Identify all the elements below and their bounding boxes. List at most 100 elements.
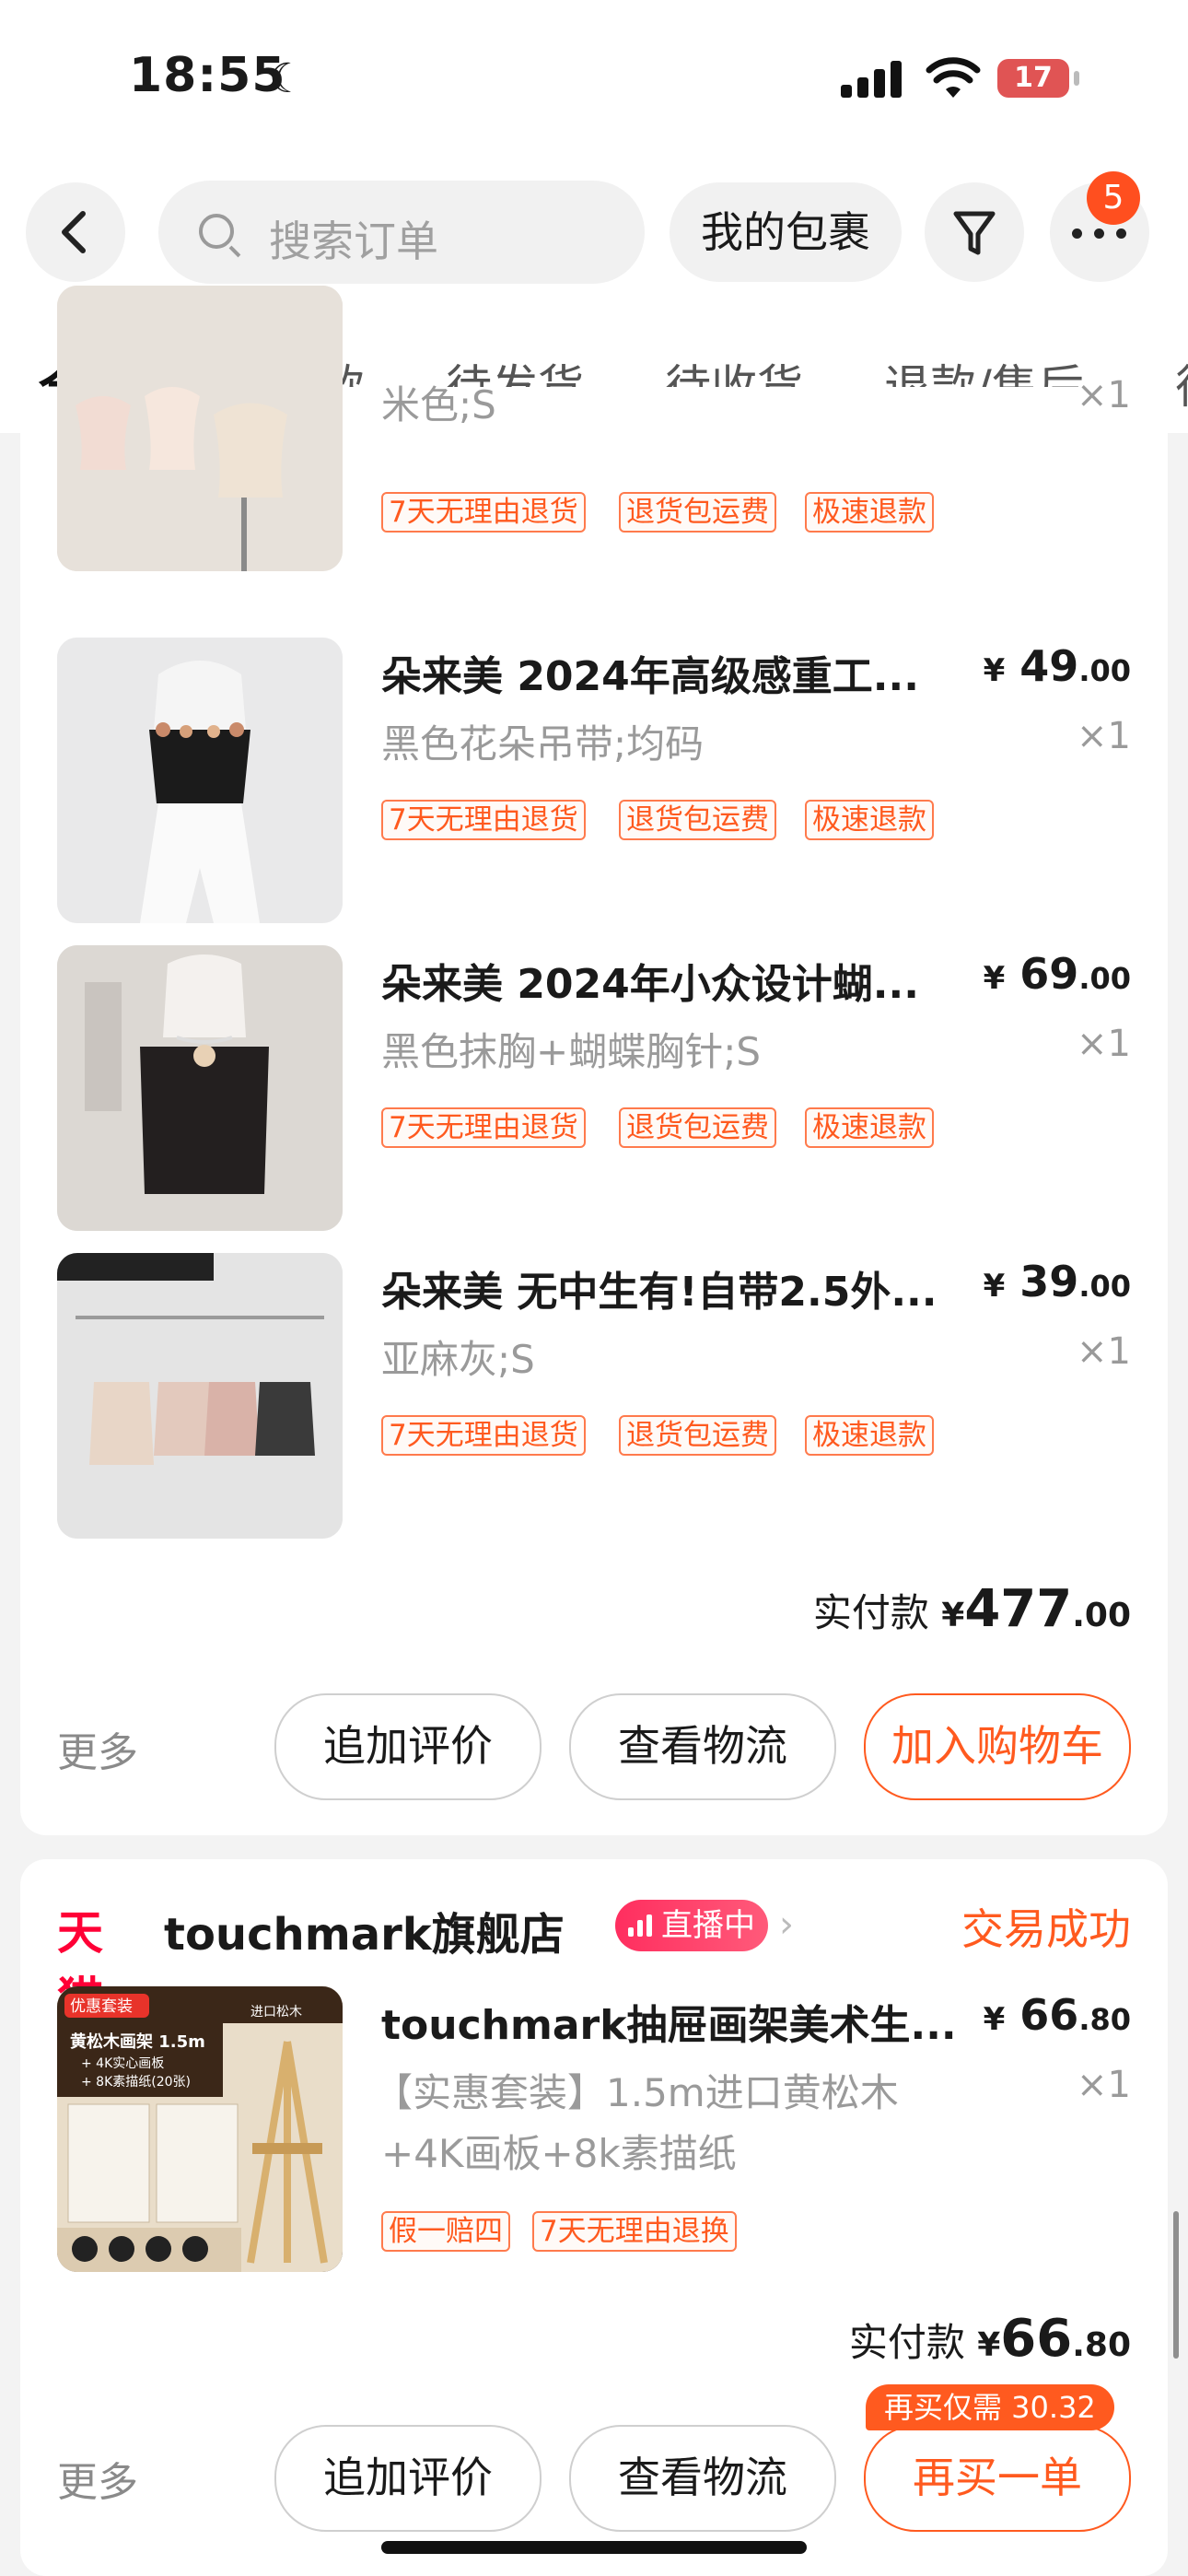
live-bars-icon (628, 1914, 656, 1937)
item-qty: ×1 (1077, 1023, 1131, 1065)
currency: ¥ (983, 1268, 1006, 1305)
price-integer: 66 (1019, 1990, 1079, 2040)
status-time: 18:55 (129, 48, 286, 103)
add-to-cart-button[interactable]: 加入购物车 (864, 1693, 1131, 1800)
home-indicator[interactable] (381, 2541, 807, 2554)
item-title[interactable]: touchmark抽屉画架美术生... (381, 1992, 989, 2051)
product-image[interactable]: 优惠套装 黄松木画架 1.5m + 4K实心画板 + 8K素描纸(20张) 进口… (57, 1986, 343, 2272)
order-card: 米色;S ×1 7天无理由退货 退货包运费 极速退款 朵来美 2024年高级感重… (20, 286, 1168, 1835)
filter-icon (953, 211, 996, 255)
more-dots-icon (1072, 228, 1082, 239)
currency: ¥ (983, 960, 1006, 997)
currency: ¥ (941, 1597, 965, 1634)
cellular-signal-icon (841, 61, 905, 98)
product-image[interactable] (57, 638, 343, 923)
item-sku: 亚麻灰;S (381, 1337, 535, 1382)
tag-fast-refund: 极速退款 (805, 800, 934, 840)
currency: ¥ (983, 2001, 1006, 2038)
product-photo (57, 1253, 343, 1539)
notification-badge: 5 (1087, 171, 1140, 225)
search-placeholder: 搜索订单 (269, 217, 438, 266)
order-card: 天猫 touchmark旗舰店 直播中 › 交易成功 优惠套装 黄松木画架 1.… (20, 1859, 1168, 2576)
item-price: ¥ 39.00 (984, 1257, 1131, 1306)
price-integer: 69 (1019, 949, 1079, 999)
live-label: 直播中 (661, 1907, 755, 1944)
total-integer: 66 (1000, 2309, 1073, 2369)
tag-free-return-shipping: 退货包运费 (619, 492, 776, 533)
price-integer: 39 (1019, 1257, 1079, 1306)
total-label: 实付款 (848, 2320, 965, 2365)
tag-fast-refund: 极速退款 (805, 1415, 934, 1456)
tag-fast-refund: 极速退款 (805, 1107, 934, 1148)
add-review-button[interactable]: 追加评价 (274, 1693, 542, 1800)
item-qty: ×1 (1077, 1330, 1131, 1373)
product-photo (57, 286, 343, 571)
tag-free-return-shipping: 退货包运费 (619, 1415, 776, 1456)
item-title[interactable]: 朵来美 无中生有!自带2.5外... (381, 1259, 989, 1317)
item-price: ¥ 66.80 (984, 1990, 1131, 2040)
item-sku: 黑色花朵吊带;均码 (381, 721, 705, 767)
item-sku-line2: +4K画板+8k素描纸 (381, 2131, 737, 2176)
item-title[interactable]: 朵来美 2024年高级感重工... (381, 643, 989, 702)
total-decimal: .00 (1072, 1597, 1131, 1634)
product-photo (57, 638, 343, 923)
view-logistics-button[interactable]: 查看物流 (569, 1693, 836, 1800)
tag-7day-return: 7天无理由退货 (381, 492, 586, 533)
currency: ¥ (977, 2326, 1001, 2364)
item-price: ¥ 69.00 (984, 949, 1131, 999)
chevron-left-icon (62, 211, 86, 253)
tag-7day-return: 7天无理由退货 (381, 800, 586, 840)
currency: ¥ (983, 652, 1006, 689)
thumb-line2: + 4K实心画板 (81, 2056, 164, 2071)
back-button[interactable] (26, 182, 125, 282)
product-image[interactable] (57, 286, 343, 571)
live-badge[interactable]: 直播中 (615, 1900, 768, 1951)
thumb-banner: 优惠套装 (70, 1997, 133, 2016)
total-integer: 477 (964, 1579, 1073, 1639)
store-name[interactable]: touchmark旗舰店 (164, 1898, 565, 1962)
item-sku: 米色;S (381, 382, 496, 427)
product-photo (57, 945, 343, 1231)
chevron-right-icon: › (779, 1903, 794, 1946)
item-qty: ×1 (1077, 374, 1131, 416)
item-price: ¥ 49.00 (984, 641, 1131, 691)
item-qty: ×1 (1077, 715, 1131, 757)
total-label: 实付款 (812, 1590, 929, 1635)
more-dots-icon (1094, 228, 1104, 239)
tag-7day-exchange: 7天无理由退换 (532, 2211, 737, 2252)
item-title[interactable]: 朵来美 2024年小众设计蝴... (381, 951, 989, 1010)
battery-tip (1074, 71, 1079, 86)
more-link[interactable]: 更多 (57, 2449, 138, 2508)
order-total: 实付款 ¥477.00 (813, 1579, 1131, 1639)
price-decimal: .00 (1078, 961, 1131, 996)
view-logistics-button[interactable]: 查看物流 (569, 2425, 836, 2532)
product-image[interactable] (57, 1253, 343, 1539)
item-sku: 【实惠套装】1.5m进口黄松木 (374, 2070, 899, 2115)
buy-again-button[interactable]: 再买一单 (864, 2425, 1131, 2532)
tag-counterfeit-compensation: 假一赔四 (381, 2211, 510, 2252)
price-decimal: .00 (1078, 653, 1131, 688)
filter-button[interactable] (925, 182, 1024, 282)
search-icon (199, 214, 234, 249)
more-link[interactable]: 更多 (57, 1719, 138, 1778)
total-decimal: .80 (1072, 2326, 1131, 2364)
rebuy-price-badge: 再买仅需 30.32 (866, 2384, 1114, 2430)
tab-partial[interactable]: 待 (1175, 350, 1188, 416)
price-decimal: .80 (1078, 2002, 1131, 2037)
tag-free-return-shipping: 退货包运费 (619, 1107, 776, 1148)
product-image[interactable] (57, 945, 343, 1231)
my-packages-button[interactable]: 我的包裹 (670, 182, 902, 282)
price-decimal: .00 (1078, 1269, 1131, 1304)
product-photo: 优惠套装 黄松木画架 1.5m + 4K实心画板 + 8K素描纸(20张) 进口… (57, 1986, 343, 2272)
search-input[interactable]: 搜索订单 (158, 181, 645, 284)
more-dots-icon (1116, 228, 1126, 239)
tag-7day-return: 7天无理由退货 (381, 1107, 586, 1148)
tag-7day-return: 7天无理由退货 (381, 1415, 586, 1456)
scrollbar[interactable] (1173, 2211, 1179, 2359)
thumb-line1: 黄松木画架 1.5m (70, 2032, 205, 2052)
price-integer: 49 (1019, 641, 1079, 691)
battery-indicator: 17 (997, 59, 1069, 98)
item-sku: 黑色抹胸+蝴蝶胸针;S (381, 1029, 762, 1074)
add-review-button[interactable]: 追加评价 (274, 2425, 542, 2532)
thumb-line3: + 8K素描纸(20张) (81, 2075, 191, 2090)
